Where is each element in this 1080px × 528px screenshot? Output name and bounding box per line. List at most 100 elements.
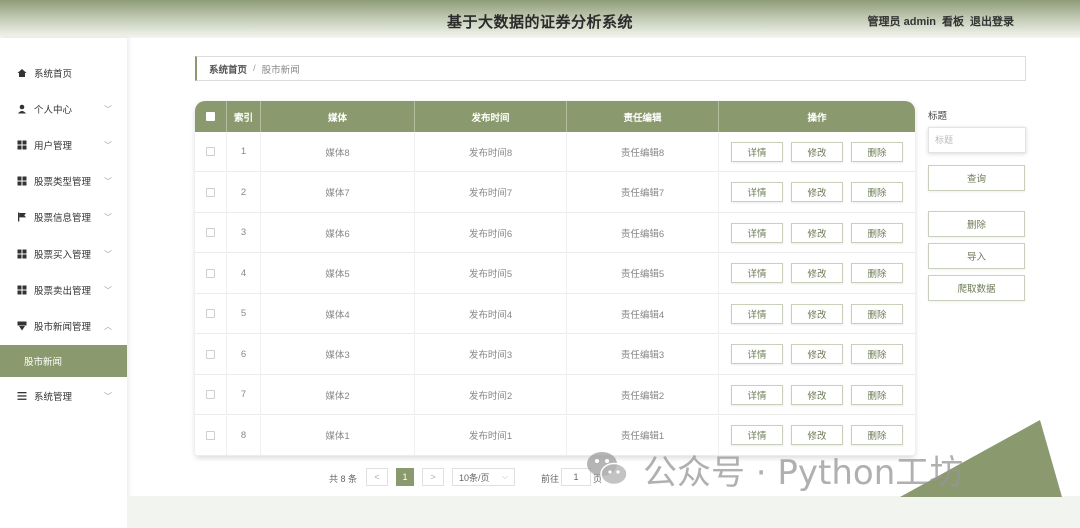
batch-delete-button[interactable]: 删除	[928, 211, 1025, 237]
detail-button[interactable]: 详情	[731, 303, 783, 324]
row-checkbox[interactable]	[206, 309, 215, 318]
title-search-input[interactable]	[928, 127, 1026, 153]
cell-editor: 责任编辑6	[567, 213, 719, 252]
sidebar-item-9[interactable]: 系统管理 ﹀	[0, 381, 127, 411]
delete-button[interactable]: 删除	[851, 384, 903, 405]
sidebar-item-7[interactable]: 股市新闻管理 ︿	[0, 311, 127, 341]
header-publish-time: 发布时间	[415, 101, 567, 132]
cell-index: 4	[227, 253, 261, 293]
delete-button[interactable]: 删除	[851, 425, 903, 445]
edit-button[interactable]: 修改	[791, 425, 843, 445]
row-select-cell	[195, 132, 227, 171]
table-row: 6 媒体3 发布时间3 责任编辑3 详情 修改 删除	[195, 334, 915, 375]
cell-actions: 详情 修改 删除	[719, 294, 915, 333]
row-checkbox[interactable]	[206, 147, 215, 156]
cell-index: 5	[227, 294, 261, 333]
page-1-button[interactable]: 1	[396, 468, 414, 486]
delete-button[interactable]: 删除	[851, 222, 903, 243]
chevron-up-icon: ︿	[104, 321, 112, 331]
cell-actions: 详情 修改 删除	[719, 254, 915, 293]
sidebar-item-label: 股票类型管理	[34, 177, 92, 188]
title-filter-label: 标题	[928, 111, 948, 122]
row-checkbox[interactable]	[206, 187, 215, 197]
cell-publish-time: 发布时间3	[415, 334, 567, 374]
detail-button[interactable]: 详情	[731, 222, 783, 243]
sidebar-item-label: 股市新闻管理	[34, 322, 92, 333]
sidebar-item-4[interactable]: 股票信息管理 ﹀	[0, 202, 127, 232]
row-select-cell	[195, 415, 227, 455]
delete-button[interactable]: 删除	[851, 344, 903, 364]
sidebar-item-label: 用户管理	[34, 141, 73, 152]
sidebar-item-6[interactable]: 股票卖出管理 ﹀	[0, 275, 127, 305]
chevron-down-icon: ﹀	[104, 140, 112, 150]
crawl-data-button[interactable]: 爬取数据	[928, 275, 1025, 301]
delete-button[interactable]: 删除	[851, 182, 903, 202]
row-checkbox[interactable]	[206, 228, 215, 237]
cell-index: 3	[227, 213, 261, 252]
query-button[interactable]: 查询	[928, 165, 1025, 191]
row-checkbox[interactable]	[206, 349, 215, 359]
delete-button[interactable]: 删除	[851, 303, 903, 324]
delete-button[interactable]: 删除	[851, 141, 903, 162]
cell-actions: 详情 修改 删除	[719, 375, 915, 414]
page-size-select[interactable]: 10条/页 ⌵	[452, 468, 515, 486]
cell-media: 媒体8	[261, 132, 415, 171]
row-select-cell	[195, 375, 227, 414]
dashboard-link[interactable]: 看板	[942, 16, 964, 28]
sidebar-item-5[interactable]: 股票买入管理 ﹀	[0, 239, 127, 269]
cell-publish-time: 发布时间7	[415, 172, 567, 212]
detail-button[interactable]: 详情	[731, 344, 783, 364]
cell-actions: 详情 修改 删除	[719, 132, 915, 171]
cell-index: 6	[227, 334, 261, 374]
cell-editor: 责任编辑3	[567, 334, 719, 374]
edit-button[interactable]: 修改	[791, 182, 843, 202]
breadcrumb: 系统首页 / 股市新闻	[195, 56, 1026, 81]
select-all-checkbox[interactable]	[206, 112, 215, 121]
cell-publish-time: 发布时间4	[415, 294, 567, 333]
row-checkbox[interactable]	[206, 390, 215, 399]
sidebar-item-3[interactable]: 股票类型管理 ﹀	[0, 166, 127, 196]
cell-actions: 详情 修改 删除	[719, 173, 915, 212]
chevron-down-icon: ﹀	[104, 176, 112, 186]
import-button[interactable]: 导入	[928, 243, 1025, 269]
edit-button[interactable]: 修改	[791, 141, 843, 162]
breadcrumb-home[interactable]: 系统首页	[209, 62, 247, 76]
detail-button[interactable]: 详情	[731, 141, 783, 162]
sidebar-item-stock-news[interactable]: 股市新闻	[0, 345, 127, 377]
detail-button[interactable]: 详情	[731, 425, 783, 445]
detail-button[interactable]: 详情	[731, 182, 783, 202]
cell-publish-time: 发布时间8	[415, 132, 567, 171]
cell-actions: 详情 修改 删除	[719, 213, 915, 252]
edit-button[interactable]: 修改	[791, 263, 843, 283]
row-select-cell	[195, 253, 227, 293]
flag-icon	[17, 212, 27, 222]
sidebar-item-0[interactable]: 系统首页	[0, 58, 127, 88]
news-table: 索引 媒体 发布时间 责任编辑 操作 1 媒体8 发布时间8 责任编辑8 详情 修改 删除 2…	[195, 101, 915, 456]
next-page-button[interactable]: >	[422, 468, 444, 486]
delete-button[interactable]: 删除	[851, 263, 903, 283]
chevron-down-icon: ﹀	[104, 391, 112, 401]
row-checkbox[interactable]	[206, 268, 215, 278]
sidebar-item-label: 系统首页	[34, 69, 73, 80]
sidebar: 系统首页个人中心 ﹀ 用户管理 ﹀ 股票类型管理 ﹀ 股票信息管理 ﹀ 股票买入管理 ﹀ 股票卖出管…	[0, 38, 127, 528]
sidebar-item-2[interactable]: 用户管理 ﹀	[0, 130, 127, 160]
cell-media: 媒体2	[261, 375, 415, 414]
detail-button[interactable]: 详情	[731, 263, 783, 283]
cell-media: 媒体1	[261, 415, 415, 455]
prev-page-button[interactable]: <	[366, 468, 388, 486]
breadcrumb-current: 股市新闻	[261, 64, 300, 76]
sidebar-item-1[interactable]: 个人中心 ﹀	[0, 94, 127, 124]
edit-button[interactable]: 修改	[791, 303, 843, 324]
cell-editor: 责任编辑4	[567, 294, 719, 333]
home-icon	[17, 68, 27, 78]
detail-button[interactable]: 详情	[731, 384, 783, 405]
edit-button[interactable]: 修改	[791, 222, 843, 243]
logout-link[interactable]: 退出登录	[970, 16, 1014, 28]
cell-index: 8	[227, 415, 261, 455]
grid-icon	[17, 249, 27, 259]
edit-button[interactable]: 修改	[791, 384, 843, 405]
header-editor: 责任编辑	[567, 101, 719, 132]
edit-button[interactable]: 修改	[791, 344, 843, 364]
row-checkbox[interactable]	[206, 430, 215, 440]
user-menu: 管理员 admin 看板 退出登录	[868, 13, 1014, 29]
